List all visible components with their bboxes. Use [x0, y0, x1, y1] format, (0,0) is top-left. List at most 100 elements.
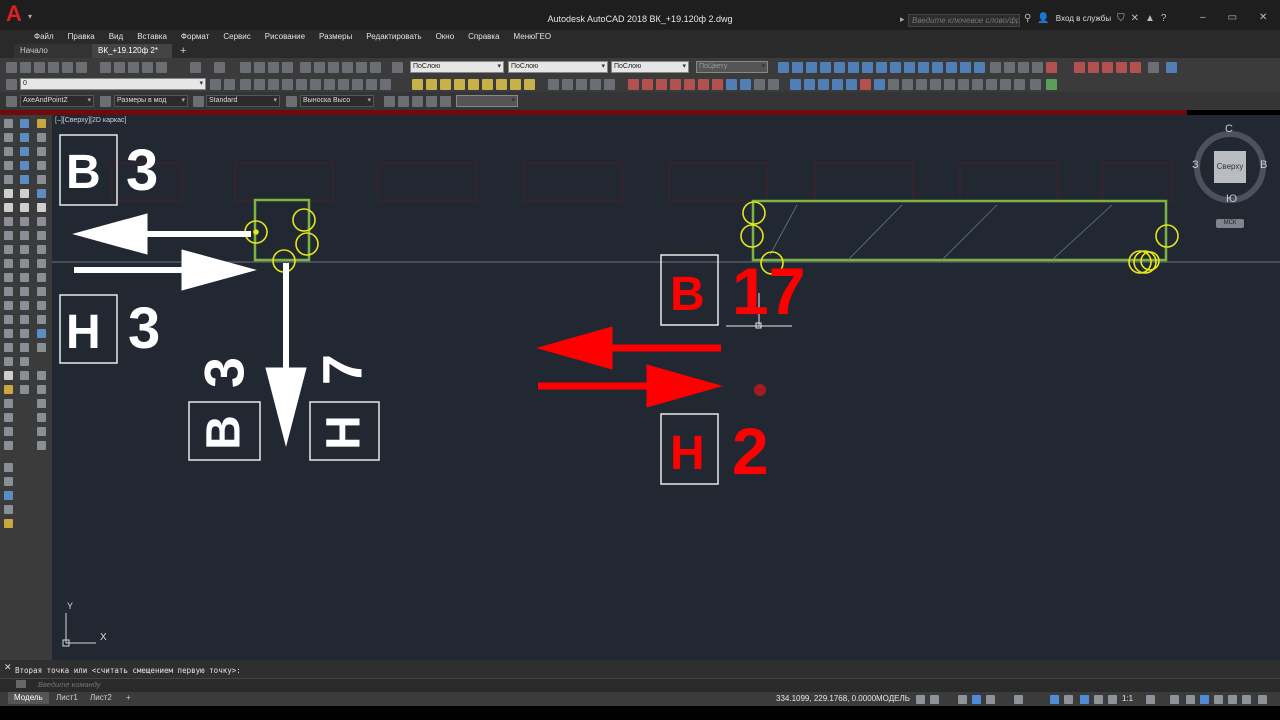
modify-tool-9-icon[interactable]: [524, 79, 535, 90]
layer-properties-icon[interactable]: [6, 79, 17, 90]
compass-west[interactable]: З: [1192, 159, 1199, 171]
help-icon[interactable]: ?: [1161, 13, 1167, 24]
properties-icon[interactable]: [300, 62, 311, 73]
geo-draw-7-icon[interactable]: [712, 79, 723, 90]
make-current-icon[interactable]: [210, 79, 221, 90]
compass-east[interactable]: В: [1260, 159, 1267, 171]
maximize-icon[interactable]: ▭: [1228, 12, 1237, 23]
annotation-scale[interactable]: 1:1: [1122, 694, 1133, 703]
geo-tool-5-icon[interactable]: [1130, 62, 1141, 73]
erase-tool-icon[interactable]: [20, 119, 29, 128]
table-style-combo[interactable]: Standard: [206, 95, 280, 107]
draw-tool-2-icon[interactable]: [37, 133, 46, 142]
design-center-icon[interactable]: [314, 62, 325, 73]
dim-edit-icon[interactable]: [1018, 62, 1029, 73]
layer-unlock-icon[interactable]: [366, 79, 377, 90]
draw-tool-21-icon[interactable]: [37, 413, 46, 422]
menu-help[interactable]: Справка: [468, 32, 499, 41]
menu-format[interactable]: Формат: [181, 32, 209, 41]
geo-draw-25-icon[interactable]: [972, 79, 983, 90]
tab-document[interactable]: ВК_+19.120ф 2*: [92, 44, 172, 58]
dim-style-icon[interactable]: [100, 96, 111, 107]
geo-draw-5-icon[interactable]: [684, 79, 695, 90]
annotation-scale-icon[interactable]: [1108, 695, 1117, 704]
viewcube-top-face[interactable]: Сверху: [1214, 151, 1246, 183]
draw-tool-6-icon[interactable]: [37, 189, 46, 198]
line-tool-icon[interactable]: [4, 119, 13, 128]
lock-ui-icon[interactable]: [1214, 695, 1223, 704]
menu-dimension[interactable]: Размеры: [319, 32, 352, 41]
geo-tool-7-icon[interactable]: [1166, 62, 1177, 73]
spline-tool-icon[interactable]: [4, 231, 13, 240]
viewcube[interactable]: Сверху С Ю З В МСК: [1192, 123, 1268, 231]
copy-tool-icon[interactable]: [20, 133, 29, 142]
modify-tool-1-icon[interactable]: [412, 79, 423, 90]
open-file-icon[interactable]: [20, 62, 31, 73]
draw-tool-12-icon[interactable]: [37, 273, 46, 282]
dim-aligned-icon[interactable]: [792, 62, 803, 73]
geo-left-3-icon[interactable]: [4, 427, 13, 436]
region-tool-icon[interactable]: [4, 343, 13, 352]
annotation-visibility-icon[interactable]: [1080, 695, 1089, 704]
geo-tool-1-icon[interactable]: [1074, 62, 1085, 73]
draw-tool-20-icon[interactable]: [37, 399, 46, 408]
geo-draw-24-icon[interactable]: [958, 79, 969, 90]
geo-draw-21-icon[interactable]: [916, 79, 927, 90]
menu-file[interactable]: Файл: [34, 32, 54, 41]
a360-icon[interactable]: ▲: [1145, 13, 1155, 24]
geo-left-9-icon[interactable]: [4, 519, 13, 528]
layout-tab-sheet2[interactable]: Лист2: [84, 692, 118, 704]
cart-icon[interactable]: ⛉: [1117, 13, 1125, 24]
layer-walk-icon[interactable]: [310, 79, 321, 90]
linetype-combo[interactable]: ПоСлою: [508, 61, 608, 73]
tolerance-icon[interactable]: [960, 62, 971, 73]
point-tool-icon[interactable]: [4, 301, 13, 310]
geo-left-1-icon[interactable]: [4, 399, 13, 408]
coordinates-readout[interactable]: 334.1099, 229.1768, 0.0000: [776, 694, 876, 703]
wcs-menu[interactable]: МСК: [1216, 219, 1244, 228]
ellipse-arc-tool-icon[interactable]: [4, 259, 13, 268]
model-space-button[interactable]: МОДЕЛЬ: [876, 694, 910, 703]
draw-tool-5-icon[interactable]: [37, 175, 46, 184]
arrange-tool-1-icon[interactable]: [548, 79, 559, 90]
join-tool-icon[interactable]: [20, 287, 29, 296]
osnap-track-icon[interactable]: [986, 695, 995, 704]
compass-north[interactable]: С: [1225, 123, 1233, 135]
redo-icon[interactable]: [214, 62, 225, 73]
new-file-icon[interactable]: [6, 62, 17, 73]
binoculars-icon[interactable]: ⚲: [1024, 13, 1031, 24]
stretch-tool-icon[interactable]: [20, 231, 29, 240]
lineweight-combo[interactable]: ПоСлою: [611, 61, 689, 73]
publish-icon[interactable]: [76, 62, 87, 73]
drawing-canvas[interactable]: [–][Сверху][2D каркас] В 3 Н 3 В 3 Н 7 В…: [52, 115, 1280, 660]
menu-window[interactable]: Окно: [436, 32, 455, 41]
geo-draw-14-icon[interactable]: [818, 79, 829, 90]
mleader-tool-5-icon[interactable]: [440, 96, 451, 107]
trim-tool-icon[interactable]: [20, 245, 29, 254]
center-mark-icon[interactable]: [974, 62, 985, 73]
dim-radius-icon[interactable]: [834, 62, 845, 73]
draw-tool-4-icon[interactable]: [37, 161, 46, 170]
modify-tool-4-icon[interactable]: [454, 79, 465, 90]
geo-draw-4-icon[interactable]: [670, 79, 681, 90]
geo-draw-22-icon[interactable]: [930, 79, 941, 90]
scale-tool-icon[interactable]: [20, 217, 29, 226]
ellipse-tool-icon[interactable]: [4, 245, 13, 254]
draw-tool-7-icon[interactable]: [37, 203, 46, 212]
layout-tab-model[interactable]: Модель: [8, 692, 49, 704]
menu-geo[interactable]: МенюГЕО: [514, 32, 552, 41]
color-combo[interactable]: ПоСлою: [410, 61, 504, 73]
layer-combo[interactable]: 0: [20, 78, 206, 90]
snap-icon[interactable]: [930, 695, 939, 704]
dim-text-edit-icon[interactable]: [1032, 62, 1043, 73]
mleader-style-combo[interactable]: Выноска Высо: [300, 95, 374, 107]
geo-draw-12-icon[interactable]: [790, 79, 801, 90]
rotate-tool-icon[interactable]: [20, 203, 29, 212]
layer-lock-icon[interactable]: [296, 79, 307, 90]
geo-tool-2-icon[interactable]: [1088, 62, 1099, 73]
geo-draw-6-icon[interactable]: [698, 79, 709, 90]
modify-tool-5-icon[interactable]: [468, 79, 479, 90]
zoom-window-icon[interactable]: [268, 62, 279, 73]
dim-style-combo[interactable]: Размеры в мод: [114, 95, 188, 107]
draw-tool-9-icon[interactable]: [37, 231, 46, 240]
